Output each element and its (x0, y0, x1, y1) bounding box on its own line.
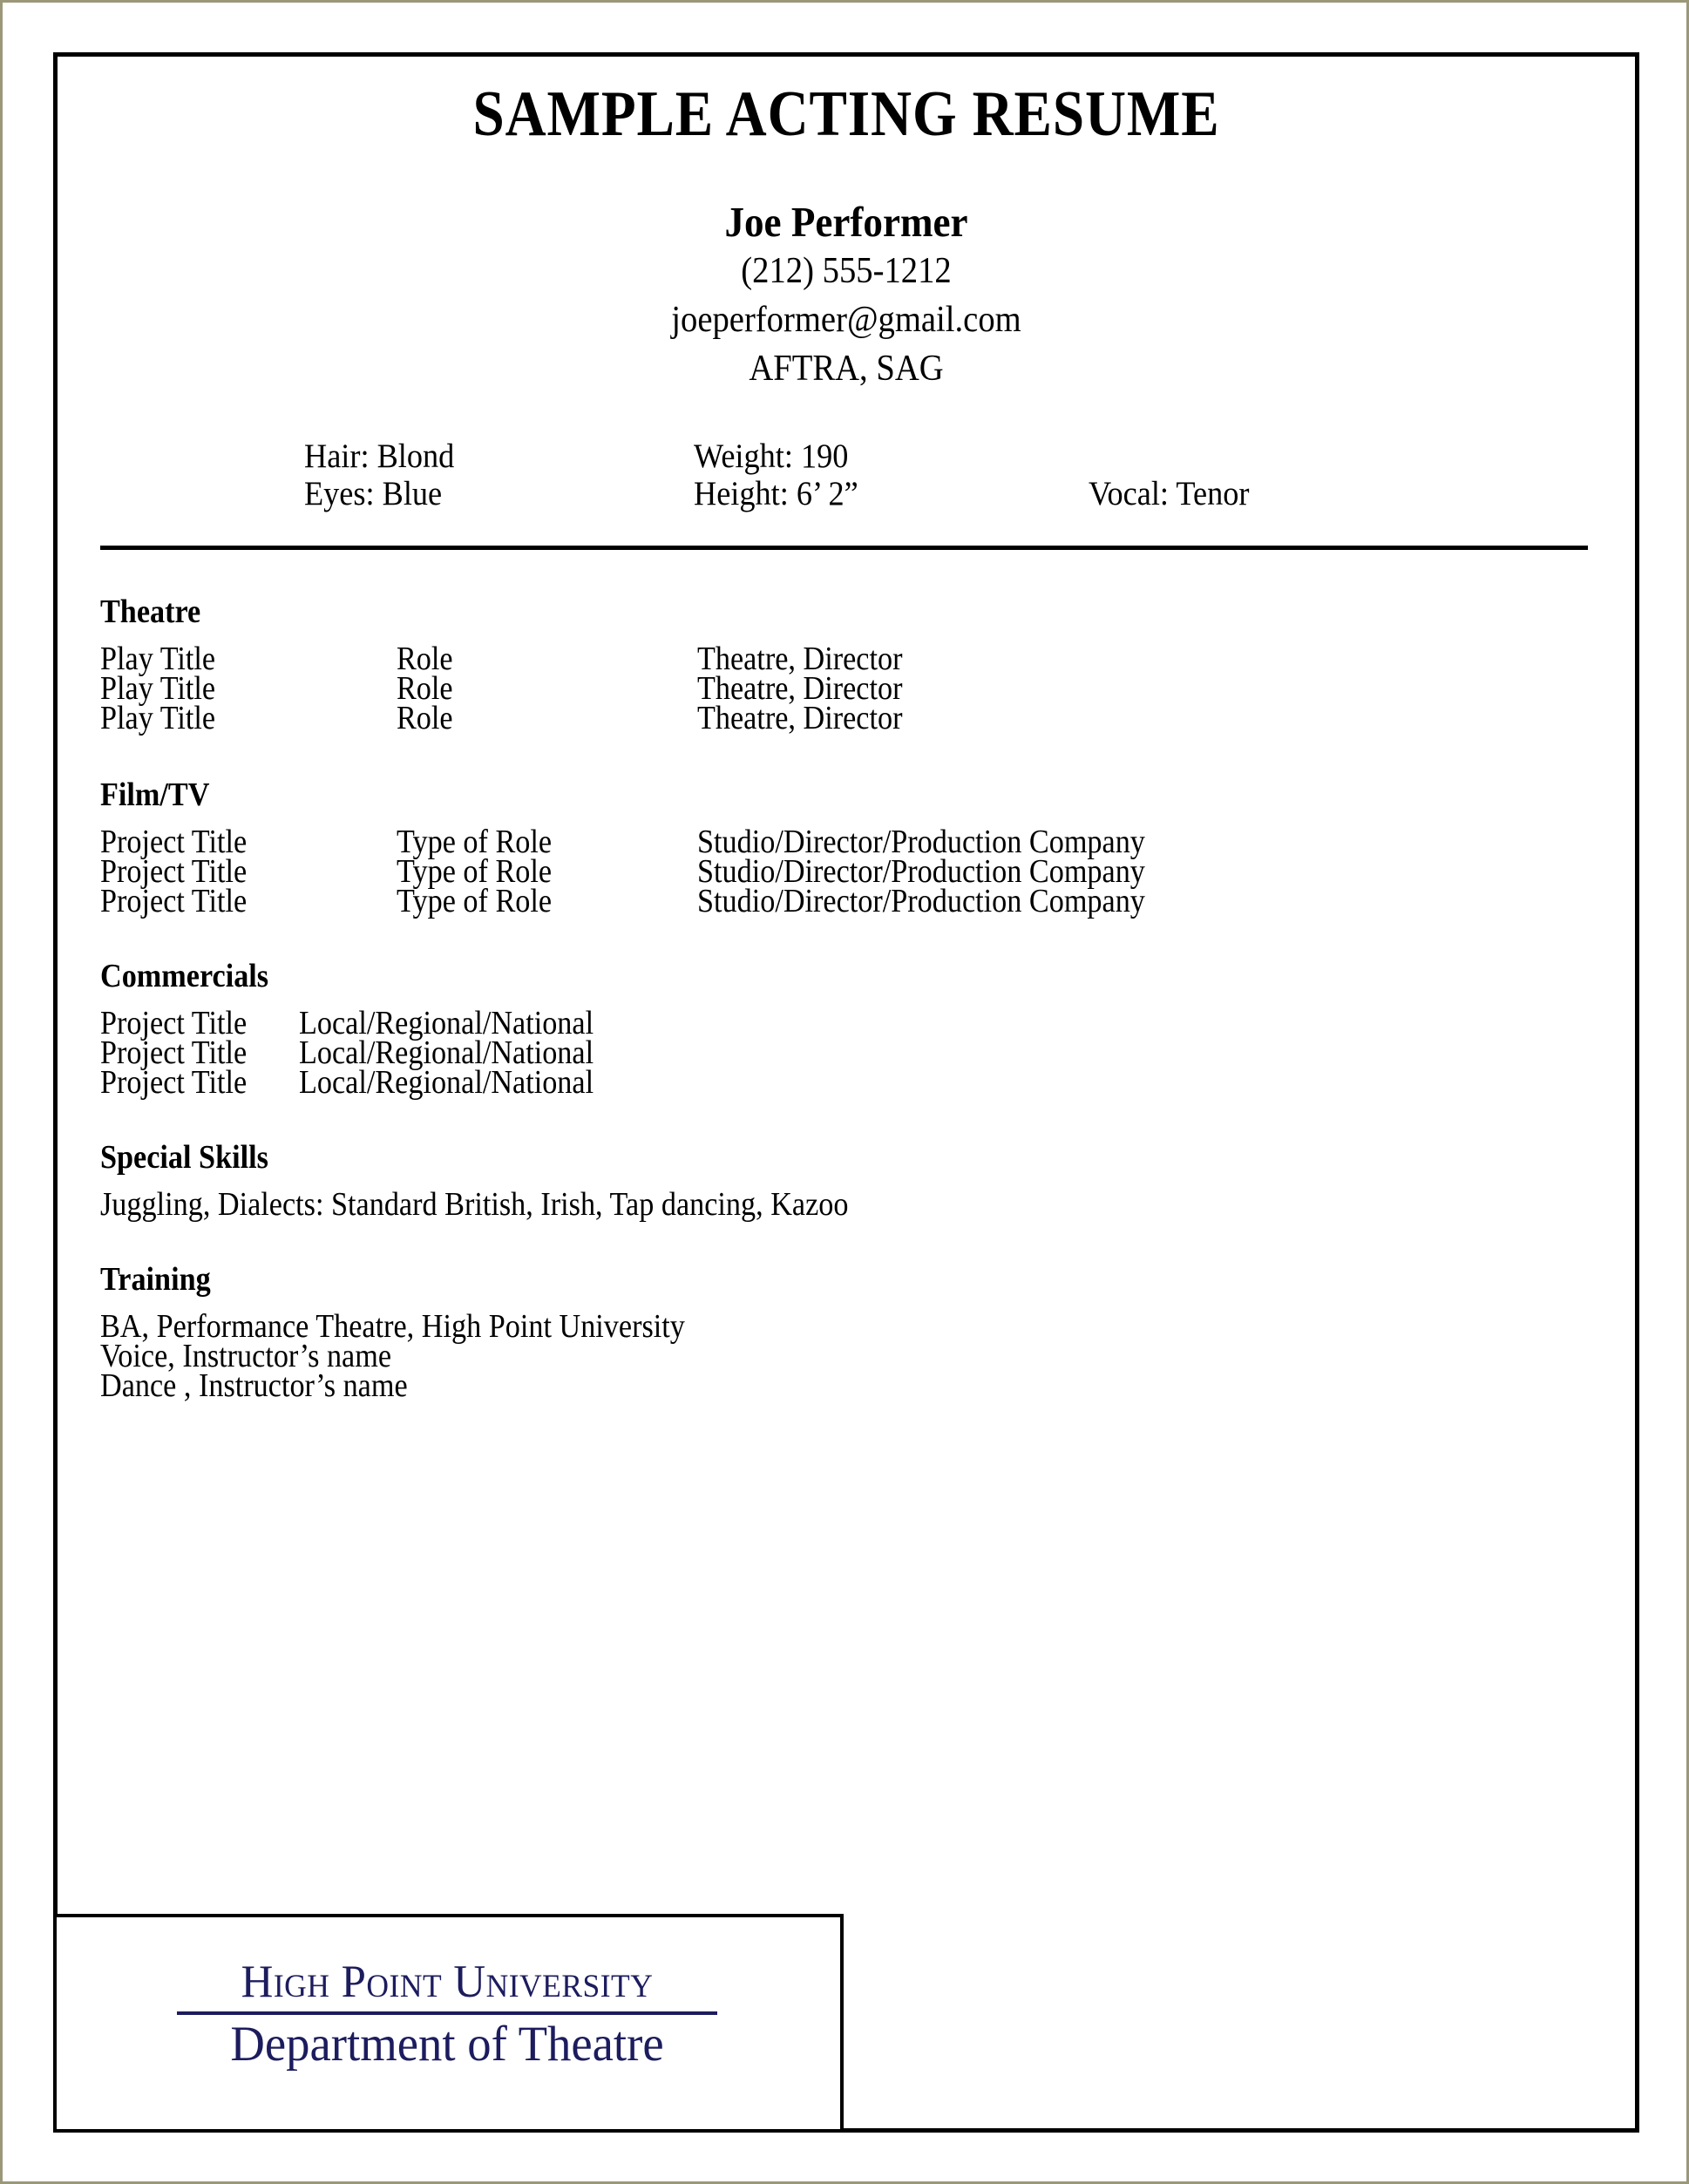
performer-name: Joe Performer (724, 198, 968, 246)
table-row: Project Title Local/Regional/National (100, 1004, 1639, 1041)
stat-vocal: Vocal: Tenor (1089, 474, 1250, 512)
special-skills-rows: Juggling, Dialects: Standard British, Ir… (100, 1185, 1639, 1223)
stat-eyes: Eyes: Blue (304, 474, 443, 512)
credit-role: Type of Role (397, 823, 553, 860)
section-training: Training BA, Performance Theatre, High P… (100, 1260, 1639, 1404)
section-heading-training: Training (100, 1260, 211, 1298)
credit-title: Project Title (100, 1004, 248, 1041)
theatre-rows: Play Title Role Theatre, Director Play T… (100, 640, 1639, 736)
training-line: BA, Performance Theatre, High Point Univ… (100, 1307, 685, 1345)
special-skills-line: Juggling, Dialects: Standard British, Ir… (100, 1185, 849, 1223)
table-row: Project Title Type of Role Studio/Direct… (100, 852, 1639, 890)
credit-title: Project Title (100, 1034, 248, 1071)
credit-role: Role (397, 640, 453, 677)
table-row: Project Title Type of Role Studio/Direct… (100, 882, 1639, 919)
stat-hair: Hair: Blond (304, 437, 455, 475)
stat-weight: Weight: 190 (694, 437, 849, 475)
training-rows: BA, Performance Theatre, High Point Univ… (100, 1307, 1639, 1404)
credit-detail: Studio/Director/Production Company (697, 852, 1145, 890)
credit-detail: Theatre, Director (697, 640, 903, 677)
page-title: SAMPLE ACTING RESUME (472, 78, 1220, 150)
credit-title: Play Title (100, 699, 216, 736)
resume-content: SAMPLE ACTING RESUME Joe Performer (212)… (53, 52, 1639, 2133)
credit-title: Project Title (100, 1063, 248, 1101)
section-heading-theatre: Theatre (100, 593, 201, 630)
hpu-logo-box: High Point University Department of Thea… (53, 1914, 844, 2133)
section-commercials: Commercials Project Title Local/Regional… (100, 957, 1639, 1101)
credit-role: Type of Role (397, 852, 553, 890)
table-row: Play Title Role Theatre, Director (100, 699, 1639, 736)
credit-title: Project Title (100, 852, 248, 890)
hpu-logo-divider (177, 2011, 717, 2015)
section-heading-filmtv: Film/TV (100, 776, 210, 813)
table-row: Project Title Local/Regional/National (100, 1063, 1639, 1101)
resume-sections: Theatre Play Title Role Theatre, Directo… (53, 550, 1639, 1404)
contact-block: Joe Performer (212) 555-1212 joeperforme… (53, 200, 1639, 390)
resume-page: SAMPLE ACTING RESUME Joe Performer (212)… (0, 0, 1689, 2184)
credit-title: Project Title (100, 882, 248, 919)
credit-detail: Theatre, Director (697, 669, 903, 707)
credit-title: Play Title (100, 640, 216, 677)
credit-title: Play Title (100, 669, 216, 707)
hpu-logo: High Point University Department of Thea… (125, 1959, 770, 2071)
credit-role: Role (397, 699, 453, 736)
performer-phone: (212) 555-1212 (741, 250, 952, 291)
section-theatre: Theatre Play Title Role Theatre, Directo… (100, 593, 1639, 736)
credit-role: Type of Role (397, 882, 553, 919)
stat-height: Height: 6’ 2” (694, 474, 858, 512)
table-row: Play Title Role Theatre, Director (100, 640, 1639, 677)
hpu-logo-department: Department of Theatre (230, 2017, 664, 2072)
credit-role: Role (397, 669, 453, 707)
performer-email: joeperformer@gmail.com (671, 299, 1021, 340)
credit-title: Project Title (100, 823, 248, 860)
filmtv-rows: Project Title Type of Role Studio/Direct… (100, 823, 1639, 919)
commercials-rows: Project Title Local/Regional/National Pr… (100, 1004, 1639, 1101)
credit-detail: Studio/Director/Production Company (697, 882, 1145, 919)
credit-role: Local/Regional/National (299, 1004, 594, 1041)
hpu-logo-university: High Point University (241, 1957, 654, 2007)
training-line: Voice, Instructor’s name (100, 1337, 392, 1374)
section-filmtv: Film/TV Project Title Type of Role Studi… (100, 776, 1639, 919)
section-special-skills: Special Skills Juggling, Dialects: Stand… (100, 1138, 1639, 1223)
section-heading-special-skills: Special Skills (100, 1138, 268, 1176)
training-line: Dance , Instructor’s name (100, 1367, 408, 1404)
physical-stats: Hair: Blond Eyes: Blue Weight: 190 Heigh… (53, 437, 1639, 512)
section-heading-commercials: Commercials (100, 957, 269, 994)
table-row: Play Title Role Theatre, Director (100, 669, 1639, 707)
credit-detail: Theatre, Director (697, 699, 903, 736)
table-row: Project Title Type of Role Studio/Direct… (100, 823, 1639, 860)
credit-role: Local/Regional/National (299, 1063, 594, 1101)
table-row: Project Title Local/Regional/National (100, 1034, 1639, 1071)
performer-unions: AFTRA, SAG (749, 348, 944, 389)
credit-detail: Studio/Director/Production Company (697, 823, 1145, 860)
credit-role: Local/Regional/National (299, 1034, 594, 1071)
